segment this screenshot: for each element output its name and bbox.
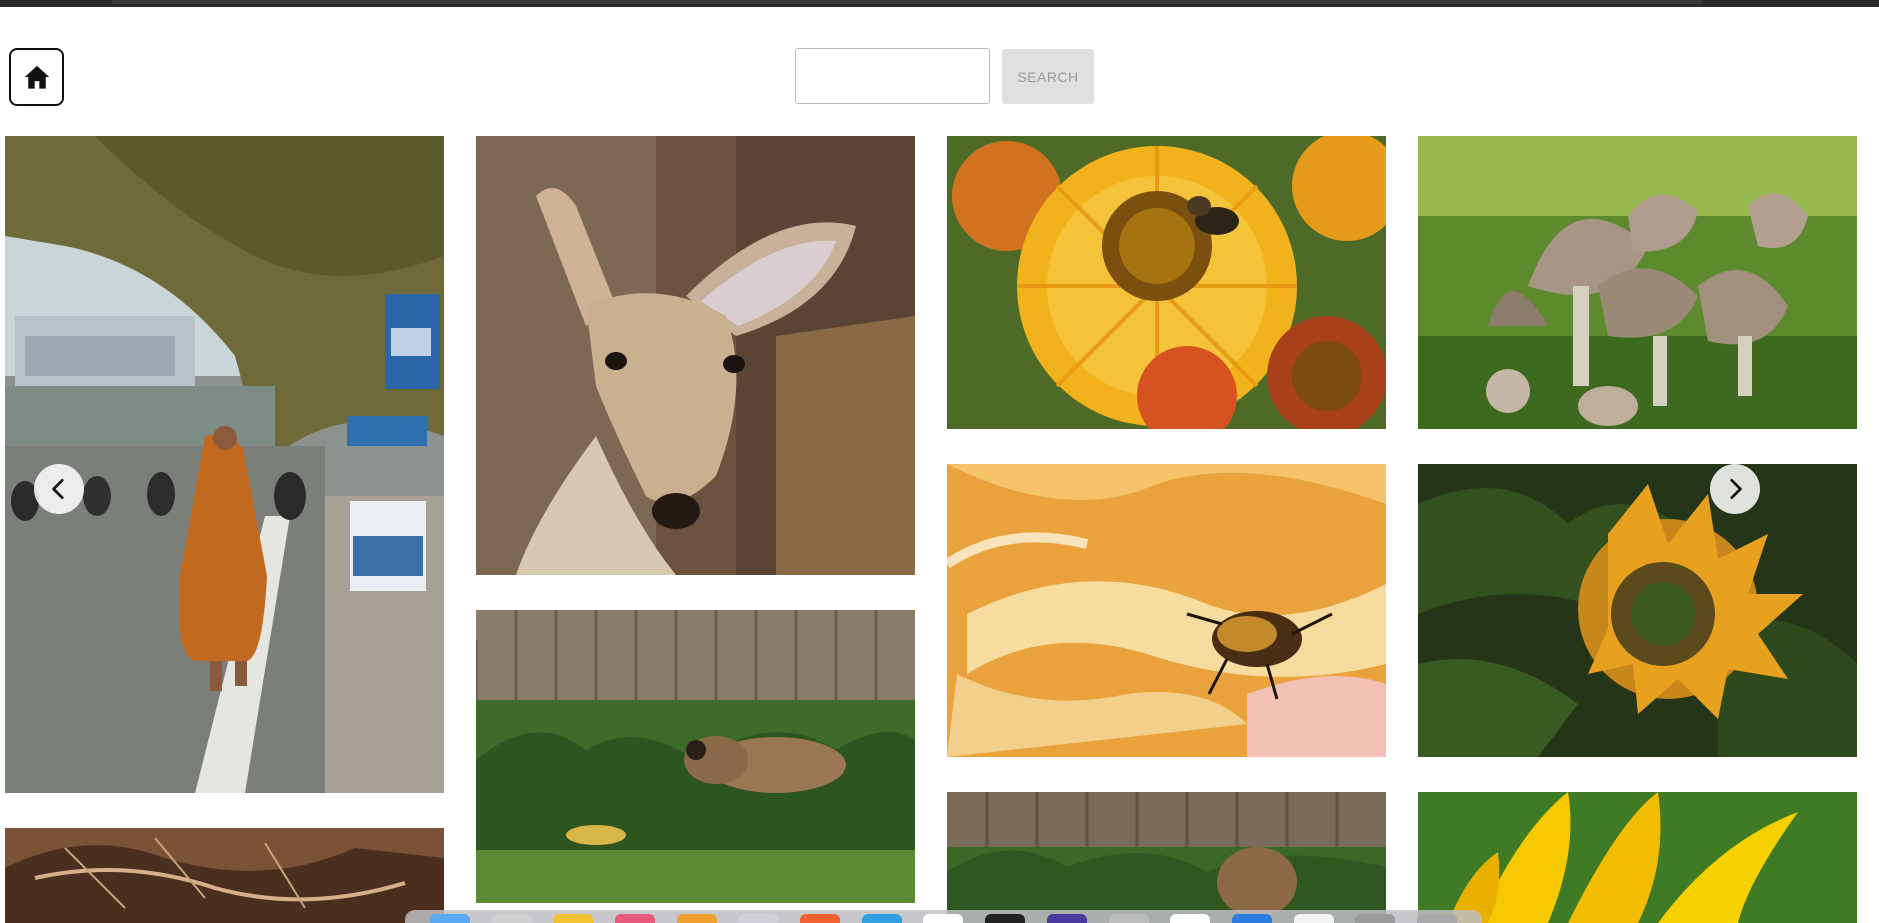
dock-icon[interactable]: [553, 914, 594, 923]
gallery-image-squirrel[interactable]: [476, 610, 915, 903]
beetle-rose-image: [947, 464, 1386, 757]
dock-icon[interactable]: [614, 914, 655, 923]
gallery-image-sunflower[interactable]: [1418, 464, 1857, 757]
home-icon: [24, 65, 49, 89]
gallery-page: SEARCH: [0, 0, 1879, 923]
gallery-image-deer[interactable]: [476, 136, 915, 575]
dock-icon[interactable]: [1293, 914, 1334, 923]
dock-icon[interactable]: [429, 914, 470, 923]
dock: [405, 910, 1482, 923]
dock-icon[interactable]: [923, 914, 964, 923]
home-button[interactable]: [9, 48, 64, 106]
dock-icon[interactable]: [738, 914, 779, 923]
yellow-petals-image: [1418, 792, 1857, 923]
chevron-left-icon: [52, 478, 64, 500]
dock-icon[interactable]: [1170, 914, 1211, 923]
carousel-next-button[interactable]: [1710, 464, 1760, 514]
search-input[interactable]: [795, 48, 990, 104]
gallery-image-squirrel-2[interactable]: [947, 792, 1386, 923]
gallery-image-street-monk[interactable]: [5, 136, 444, 793]
dock-icon[interactable]: [1046, 914, 1087, 923]
dock-icon[interactable]: [985, 914, 1026, 923]
gallery-image-yellow-petals[interactable]: [1418, 792, 1857, 923]
dock-icon[interactable]: [1355, 914, 1396, 923]
deer-image: [476, 136, 915, 575]
window-top-bar-inner: [112, 0, 1702, 4]
gallery-image-turkey[interactable]: [5, 828, 444, 923]
dock-icon[interactable]: [1108, 914, 1149, 923]
carousel-prev-button[interactable]: [34, 464, 84, 514]
dock-icon[interactable]: [861, 914, 902, 923]
gallery-image-mushrooms[interactable]: [1418, 136, 1857, 429]
gallery-image-beetle-rose[interactable]: [947, 464, 1386, 757]
dock-icon[interactable]: [800, 914, 841, 923]
gallery-image-flower-bee[interactable]: [947, 136, 1386, 429]
dock-icon[interactable]: [676, 914, 717, 923]
dock-icon[interactable]: [491, 914, 532, 923]
squirrel-image: [476, 610, 915, 903]
street-monk-image: [5, 136, 444, 793]
sunflower-image: [1418, 464, 1857, 757]
chevron-right-icon: [1730, 478, 1742, 500]
window-top-bar: [0, 0, 1879, 7]
squirrel-2-image: [947, 792, 1386, 923]
mushrooms-image: [1418, 136, 1857, 429]
dock-icon[interactable]: [1417, 914, 1458, 923]
dock-icon[interactable]: [1231, 914, 1272, 923]
search-button[interactable]: SEARCH: [1002, 49, 1094, 104]
turkey-image: [5, 828, 444, 923]
search-button-label: SEARCH: [1017, 68, 1079, 85]
flower-bee-image: [947, 136, 1386, 429]
